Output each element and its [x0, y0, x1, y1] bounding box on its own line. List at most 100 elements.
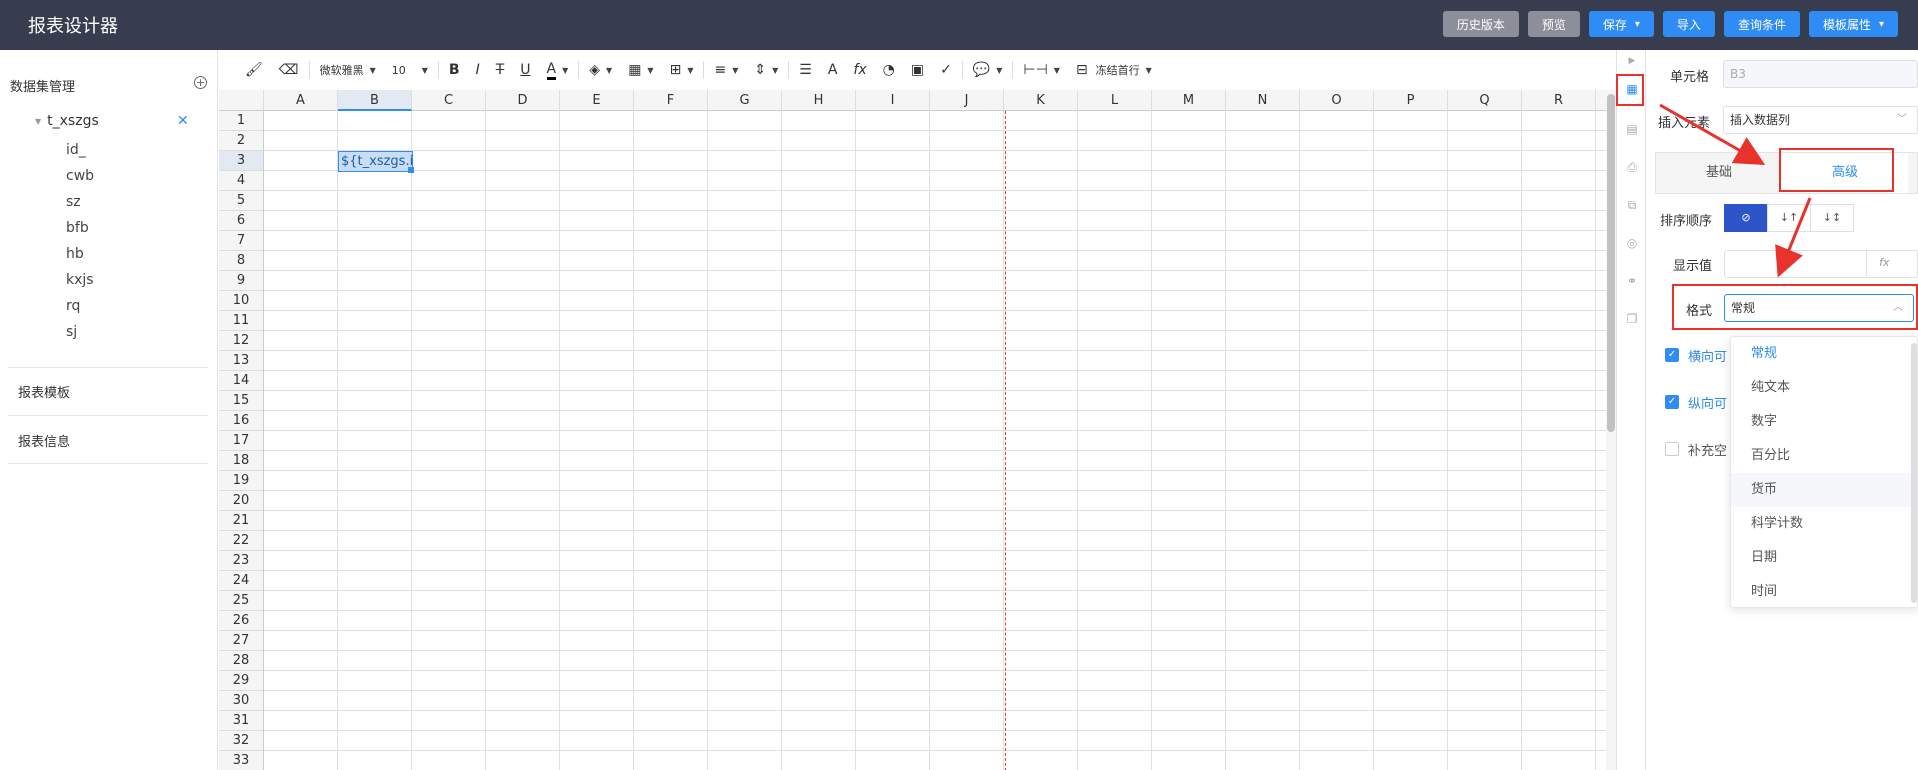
column-header-cell[interactable]: E — [560, 90, 634, 111]
chart-icon[interactable]: ◔ — [875, 56, 903, 84]
italic-icon[interactable]: I — [468, 56, 488, 84]
eraser-icon[interactable]: ⌫ — [271, 56, 307, 84]
row-header-cell[interactable]: 26 — [219, 611, 263, 631]
format-option[interactable]: 百分比 — [1731, 439, 1917, 473]
horizontal-checkbox[interactable]: ✓ — [1665, 348, 1679, 362]
link-icon[interactable]: ✓ — [932, 56, 960, 84]
import-button[interactable]: 导入 — [1662, 11, 1715, 37]
column-header-cell[interactable]: J — [930, 90, 1004, 111]
row-header-cell[interactable]: 4 — [219, 171, 263, 191]
strikethrough-icon[interactable]: T — [488, 56, 513, 84]
field-item[interactable]: rq — [66, 293, 94, 319]
fill-checkbox[interactable] — [1665, 442, 1679, 456]
field-item[interactable]: sz — [66, 189, 94, 215]
format-select[interactable]: 常规 ︿ — [1724, 294, 1914, 322]
row-header-cell[interactable]: 27 — [219, 631, 263, 651]
sheet-icon[interactable]: ▤ — [1625, 122, 1639, 136]
text-rotate-icon[interactable]: A — [820, 56, 846, 84]
row-header-cell[interactable]: 10 — [219, 291, 263, 311]
comment-icon[interactable]: 💬 ▼ — [965, 56, 1011, 84]
caret-down-icon[interactable]: ▼ — [35, 117, 41, 126]
column-header-cell[interactable]: R — [1522, 90, 1596, 111]
row-header-cell[interactable]: 21 — [219, 511, 263, 531]
format-option[interactable]: 时间 — [1731, 575, 1917, 609]
row-header-cell[interactable]: 17 — [219, 431, 263, 451]
row-header-cell[interactable]: 14 — [219, 371, 263, 391]
row-header-cell[interactable]: 5 — [219, 191, 263, 211]
row-header-cell[interactable]: 30 — [219, 691, 263, 711]
row-header-cell[interactable]: 11 — [219, 311, 263, 331]
dataset-item[interactable]: ▼ t_xszgs — [35, 113, 99, 129]
font-size-select[interactable]: 10 ▼ — [384, 56, 436, 84]
row-header-cell[interactable]: 15 — [219, 391, 263, 411]
field-item[interactable]: bfb — [66, 215, 94, 241]
row-header-cell[interactable]: 2 — [219, 131, 263, 151]
printer-icon[interactable]: ⎙ — [1625, 160, 1639, 174]
align-left-icon[interactable]: ≡ ▼ — [706, 56, 746, 84]
cell-grid[interactable] — [264, 111, 1609, 770]
save-button[interactable]: 保存 ▾ — [1588, 11, 1654, 37]
vertical-checkbox[interactable]: ✓ — [1665, 395, 1679, 409]
row-header-cell[interactable]: 18 — [219, 451, 263, 471]
row-header-cell[interactable]: 12 — [219, 331, 263, 351]
column-header-cell[interactable]: I — [856, 90, 930, 111]
scrollbar-thumb[interactable] — [1607, 94, 1615, 432]
freeze-button[interactable]: ⊟ 冻结首行 ▼ — [1068, 56, 1160, 84]
column-header-cell[interactable]: M — [1152, 90, 1226, 111]
font-family-select[interactable]: 微软雅黑 ▼ — [312, 56, 384, 84]
collapse-arrow-icon[interactable]: ▶ — [1625, 54, 1639, 68]
dropdown-scrollbar[interactable] — [1911, 343, 1917, 603]
column-width-icon[interactable]: ⊢⊣ ▼ — [1015, 56, 1068, 84]
cell-input[interactable]: B3 — [1723, 60, 1918, 88]
border-icon[interactable]: ▦ ▼ — [620, 56, 661, 84]
field-item[interactable]: cwb — [66, 163, 94, 189]
column-header-cell[interactable]: H — [782, 90, 856, 111]
link-icon[interactable]: ⚭ — [1625, 274, 1639, 288]
row-header-cell[interactable]: 19 — [219, 471, 263, 491]
export-icon[interactable]: ⧉ — [1625, 198, 1639, 212]
row-header-cell[interactable]: 24 — [219, 571, 263, 591]
format-option[interactable]: 纯文本 — [1731, 371, 1917, 405]
function-icon[interactable]: fx — [845, 56, 874, 84]
info-section[interactable]: 报表信息 — [18, 431, 70, 450]
column-header-cell[interactable]: A — [264, 90, 338, 111]
sort-asc-button[interactable]: ↓↑ — [1767, 204, 1811, 232]
row-header-cell[interactable]: 29 — [219, 671, 263, 691]
column-header-cell[interactable]: O — [1300, 90, 1374, 111]
layers-icon[interactable]: ◎ — [1625, 236, 1639, 250]
column-header-cell[interactable]: G — [708, 90, 782, 111]
field-item[interactable]: sj — [66, 319, 94, 345]
vertical-align-icon[interactable]: ⇕ ▼ — [746, 56, 786, 84]
bold-icon[interactable]: B — [441, 56, 468, 84]
row-header-cell[interactable]: 23 — [219, 551, 263, 571]
close-icon[interactable]: ✕ — [177, 113, 189, 129]
row-header-cell[interactable]: 33 — [219, 751, 263, 770]
format-option[interactable]: 日期 — [1731, 541, 1917, 575]
text-wrap-icon[interactable]: ☰ — [791, 56, 820, 84]
spreadsheet[interactable]: ABCDEFGHIJKLMNOPQR 1 2 3 4 5 6 7 8 9 10 11 12 13 14 15… — [219, 90, 1609, 770]
row-header-cell[interactable]: 8 — [219, 251, 263, 271]
row-header-cell[interactable]: 25 — [219, 591, 263, 611]
format-option[interactable]: 数字 — [1731, 405, 1917, 439]
row-header-cell[interactable]: 9 — [219, 271, 263, 291]
format-option[interactable]: 常规 — [1731, 337, 1917, 371]
field-item[interactable]: id_ — [66, 137, 94, 163]
column-header-cell[interactable]: L — [1078, 90, 1152, 111]
template-props-button[interactable]: 模板属性 ▾ — [1808, 11, 1898, 37]
merge-cells-icon[interactable]: ⊞ ▼ — [662, 56, 702, 84]
fill-handle[interactable] — [408, 167, 414, 173]
row-header-cell[interactable]: 7 — [219, 231, 263, 251]
row-header-cell[interactable]: 16 — [219, 411, 263, 431]
sort-desc-button[interactable]: ↓↕ — [1810, 204, 1854, 232]
column-header-cell[interactable]: C — [412, 90, 486, 111]
row-header-cell[interactable]: 22 — [219, 531, 263, 551]
underline-icon[interactable]: U — [512, 56, 538, 84]
column-header-cell[interactable]: Q — [1448, 90, 1522, 111]
insert-select[interactable]: 插入数据列 ﹀ — [1723, 106, 1918, 134]
preview-button[interactable]: 预览 — [1527, 11, 1580, 37]
row-header-cell[interactable]: 28 — [219, 651, 263, 671]
query-button[interactable]: 查询条件 — [1723, 11, 1800, 37]
selected-cell[interactable]: ${t_xszgs.id_} — [338, 151, 413, 172]
row-header-cell[interactable]: 20 — [219, 491, 263, 511]
column-header-cell[interactable]: D — [486, 90, 560, 111]
